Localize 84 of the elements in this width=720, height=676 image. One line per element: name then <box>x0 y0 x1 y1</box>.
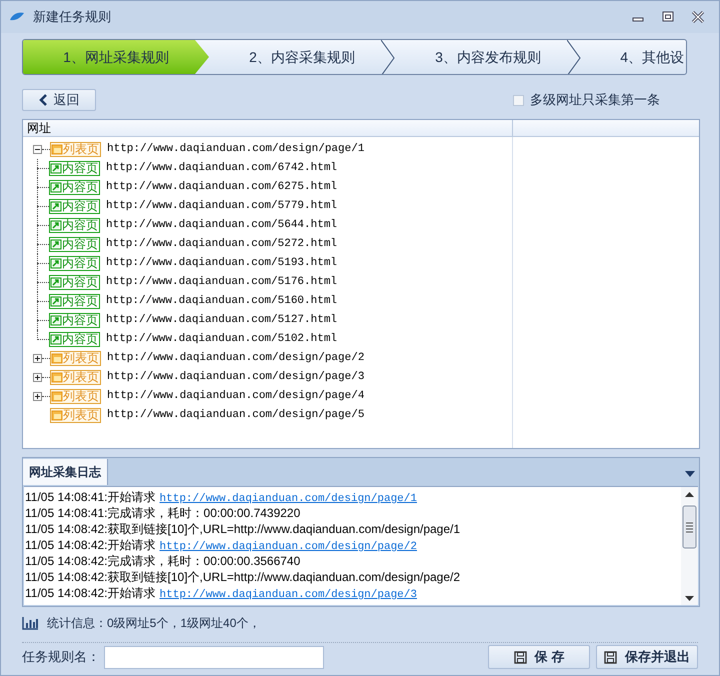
url-text: http://www.daqianduan.com/design/page/1 <box>107 142 364 158</box>
url-text: http://www.daqianduan.com/5127.html <box>106 313 338 328</box>
app-icon <box>9 11 25 23</box>
link-icon <box>50 296 62 307</box>
page-tag: 内容页 <box>49 161 100 176</box>
maximize-icon[interactable] <box>661 10 675 24</box>
log-link[interactable]: http://www.daqianduan.com/design/page/2 <box>160 541 417 553</box>
page-tag: 内容页 <box>49 332 100 347</box>
link-icon <box>50 277 62 288</box>
chevron-divider <box>567 40 581 74</box>
link-icon <box>50 201 62 212</box>
page-tag: 内容页 <box>49 313 100 328</box>
url-text: http://www.daqianduan.com/6742.html <box>106 161 338 176</box>
folder-icon <box>51 144 63 155</box>
url-text: http://www.daqianduan.com/5779.html <box>106 199 338 214</box>
page-tag: 内容页 <box>49 237 100 252</box>
url-text: http://www.daqianduan.com/6275.html <box>106 180 338 196</box>
floppy-icon <box>604 650 617 664</box>
log-text: 11/05 14:08:42:开始请求 <box>25 538 156 552</box>
page-tag: 内容页 <box>49 294 100 309</box>
url-text: http://www.daqianduan.com/design/page/4 <box>107 389 364 404</box>
folder-icon <box>51 410 63 421</box>
url-text: http://www.daqianduan.com/5193.html <box>106 256 338 272</box>
log-tab[interactable]: 网址采集日志 <box>23 459 108 485</box>
chevron-left-icon <box>38 94 48 106</box>
page-tag: 列表页 <box>50 408 101 423</box>
floppy-icon <box>514 650 527 664</box>
log-link[interactable]: http://www.daqianduan.com/design/page/3 <box>160 589 417 601</box>
chevron-divider <box>381 40 395 74</box>
page-tag: 列表页 <box>50 142 101 157</box>
url-text: http://www.daqianduan.com/design/page/2 <box>107 351 364 366</box>
collapse-toggle[interactable] <box>33 145 42 154</box>
save-button[interactable]: 保存并退出 <box>596 645 698 669</box>
link-icon <box>50 315 62 326</box>
page-tag: 内容页 <box>49 256 100 271</box>
page-tag: 列表页 <box>50 370 101 385</box>
url-text: http://www.daqianduan.com/design/page/3 <box>107 370 364 386</box>
url-text: http://www.daqianduan.com/5272.html <box>106 237 338 252</box>
link-icon <box>50 182 62 193</box>
url-text: http://www.daqianduan.com/design/page/5 <box>107 408 364 424</box>
step-tab[interactable]: 3、内容发布规则 <box>395 40 581 74</box>
scrollbar[interactable] <box>681 487 698 605</box>
url-text: http://www.daqianduan.com/5102.html <box>106 332 338 348</box>
back-button[interactable]: 返回 <box>22 89 96 111</box>
log-text: 11/05 14:08:42:开始请求 <box>25 586 156 600</box>
step-tab[interactable]: 2、内容采集规则 <box>209 40 395 74</box>
page-tag: 内容页 <box>49 275 100 290</box>
window-title: 新建任务规则 <box>33 8 111 26</box>
page-tag: 内容页 <box>49 180 100 195</box>
log-line: 11/05 14:08:42:完成请求，耗时：00:00:00.3566740 <box>25 553 302 569</box>
bar-chart-icon <box>22 616 39 630</box>
url-text: http://www.daqianduan.com/5160.html <box>106 294 338 310</box>
close-icon[interactable] <box>691 10 705 24</box>
link-icon <box>50 334 62 345</box>
link-icon <box>50 258 62 269</box>
log-line: 11/05 14:08:41:完成请求，耗时：00:00:00.7439220 <box>25 505 302 521</box>
page-tag: 内容页 <box>49 199 100 214</box>
page-tag: 列表页 <box>50 389 101 404</box>
expand-toggle[interactable] <box>33 392 42 401</box>
dropdown-icon[interactable] <box>685 471 695 477</box>
link-icon <box>50 163 62 174</box>
log-link[interactable]: http://www.daqianduan.com/design/page/1 <box>160 493 417 505</box>
step-tab[interactable]: 1、网址采集规则 <box>23 40 209 74</box>
url-text: http://www.daqianduan.com/5176.html <box>106 275 338 290</box>
folder-icon <box>51 372 63 383</box>
checkbox[interactable] <box>513 94 524 106</box>
link-icon <box>50 239 62 250</box>
log-line: 11/05 14:08:42:获取到链接[10]个,URL=http://www.daqianduan.com/design/page/2 <box>25 569 462 585</box>
expand-toggle[interactable] <box>33 373 42 382</box>
stats-text: 统计信息：0级网址5个，1级网址40个， <box>47 615 260 632</box>
log-text: 11/05 14:08:41:开始请求 <box>25 490 156 504</box>
save-button[interactable]: 保 存 <box>488 645 590 669</box>
rule-name-label: 任务规则名： <box>22 648 100 666</box>
expand-toggle[interactable] <box>33 354 42 363</box>
folder-icon <box>51 353 63 364</box>
url-text: http://www.daqianduan.com/5644.html <box>106 218 338 234</box>
checkbox-label[interactable]: 多级网址只采集第一条 <box>530 90 660 110</box>
page-tag: 列表页 <box>50 351 101 366</box>
folder-icon <box>51 391 63 402</box>
page-tag: 内容页 <box>49 218 100 233</box>
log-line: 11/05 14:08:42:获取到链接[10]个,URL=http://www.daqianduan.com/design/page/1 <box>25 521 462 537</box>
rule-name-field[interactable] <box>104 646 324 668</box>
link-icon <box>50 220 62 231</box>
step-tab[interactable]: 4、其他设 <box>581 40 686 74</box>
